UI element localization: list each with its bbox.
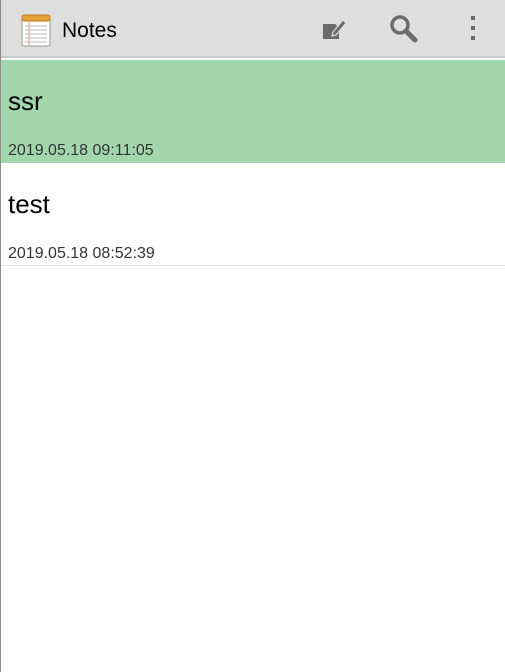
action-bar: Notes <box>1 0 505 58</box>
note-list: ssr 2019.05.18 09:11:05 test 2019.05.18 … <box>1 60 505 266</box>
note-date: 2019.05.18 09:11:05 <box>8 142 154 159</box>
search-button[interactable] <box>381 10 425 50</box>
list-item[interactable]: test 2019.05.18 08:52:39 <box>1 163 505 266</box>
note-title: ssr <box>8 86 43 116</box>
list-item[interactable]: ssr 2019.05.18 09:11:05 <box>1 60 505 163</box>
new-note-icon <box>321 15 347 46</box>
note-date: 2019.05.18 08:52:39 <box>8 245 155 262</box>
overflow-menu-icon <box>469 14 477 47</box>
note-title: test <box>8 189 50 219</box>
notes-screen: Notes ssr 2019.05.18 09:11:05 test 2019.… <box>0 0 505 672</box>
overflow-menu-button[interactable] <box>451 10 495 50</box>
app-title: Notes <box>62 19 117 42</box>
new-note-button[interactable] <box>312 10 356 50</box>
search-icon <box>388 13 418 48</box>
notepad-icon <box>21 14 51 47</box>
